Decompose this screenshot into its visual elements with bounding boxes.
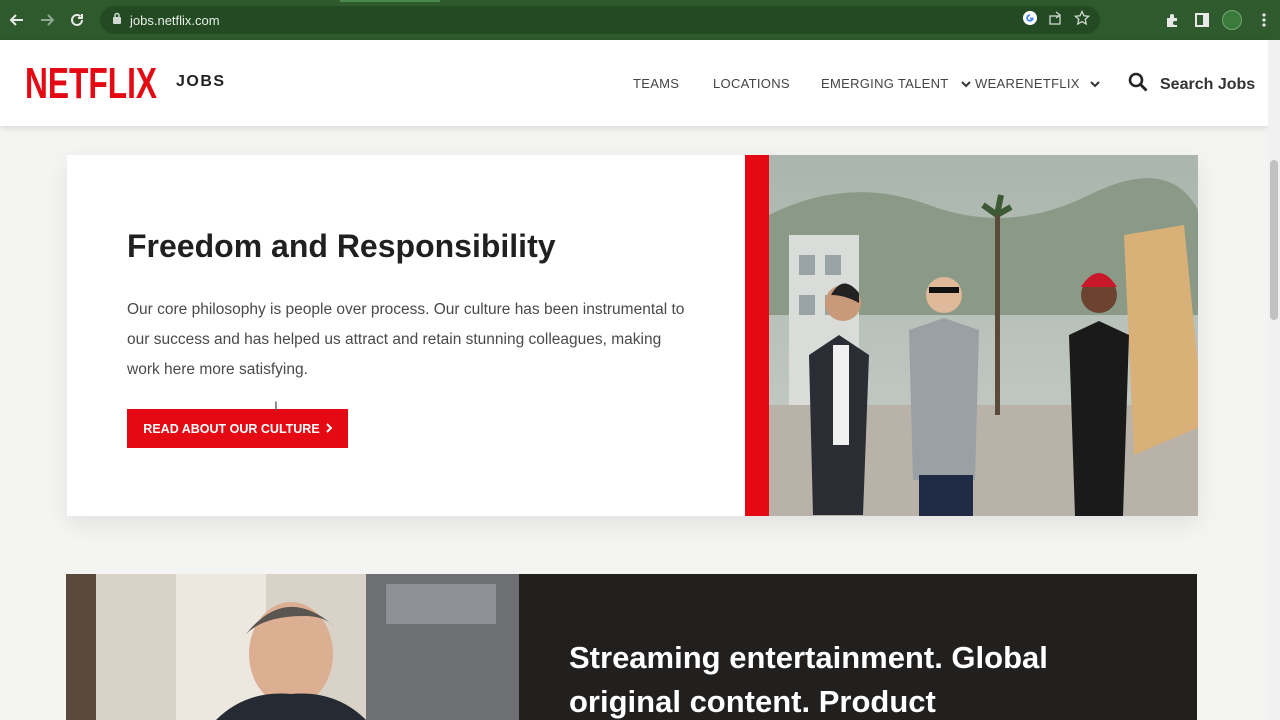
- text-cursor-icon: I: [274, 398, 278, 414]
- extensions-icon[interactable]: [1157, 0, 1187, 40]
- netflix-logo-wordmark: NETFLIX: [25, 59, 157, 108]
- chevron-down-icon: [960, 76, 971, 91]
- culture-card: Freedom and Responsibility Our core phil…: [67, 155, 1198, 516]
- search-icon: [1128, 72, 1148, 97]
- side-panel-icon[interactable]: [1187, 0, 1217, 40]
- browser-toolbar: jobs.netflix.com: [0, 0, 1280, 40]
- site-header: NETFLIX JOBS TEAMS LOCATIONS EMERGING TA…: [0, 40, 1268, 126]
- bookmark-star-icon[interactable]: [1073, 9, 1091, 31]
- svg-text:NETFLIX: NETFLIX: [25, 59, 157, 104]
- lock-icon: [112, 11, 122, 29]
- google-icon[interactable]: [1022, 10, 1038, 31]
- back-icon[interactable]: [2, 0, 32, 40]
- accent-stripe: [745, 155, 769, 516]
- streaming-title: Streaming entertainment. Global original…: [569, 640, 1048, 719]
- search-jobs-button[interactable]: Search Jobs: [1128, 72, 1255, 97]
- read-culture-button[interactable]: READ ABOUT OUR CULTURE: [127, 409, 348, 448]
- chevron-down-icon: [1090, 76, 1100, 91]
- active-tab-indicator: [340, 0, 440, 2]
- address-bar[interactable]: jobs.netflix.com: [100, 6, 1100, 34]
- nav-label: LOCATIONS: [713, 76, 790, 91]
- nav-wearenetflix[interactable]: WEARENETFLIX: [975, 76, 1100, 91]
- reload-icon[interactable]: [62, 0, 92, 40]
- nav-label: EMERGING TALENT: [821, 76, 949, 91]
- page-scrollbar-thumb[interactable]: [1270, 160, 1278, 320]
- streaming-card: Streaming entertainment. Global original…: [66, 574, 1197, 720]
- nav-teams[interactable]: TEAMS: [633, 76, 679, 91]
- netflix-logo[interactable]: NETFLIX: [24, 58, 158, 109]
- culture-button-label: READ ABOUT OUR CULTURE: [143, 421, 320, 436]
- jobs-label: JOBS: [176, 73, 226, 90]
- nav-emerging-talent[interactable]: EMERGING TALENT: [821, 76, 971, 91]
- culture-title: Freedom and Responsibility: [127, 228, 556, 264]
- employees-photo: [769, 155, 1198, 516]
- culture-body: Our core philosophy is people over proce…: [127, 301, 685, 378]
- executive-photo: [66, 574, 519, 720]
- share-icon[interactable]: [1048, 10, 1064, 31]
- search-label: Search Jobs: [1160, 75, 1256, 93]
- page-scrollbar-track[interactable]: [1268, 40, 1280, 720]
- nav-locations[interactable]: LOCATIONS: [713, 76, 790, 91]
- menu-kebab-icon[interactable]: [1249, 0, 1279, 40]
- chevron-right-icon: [325, 422, 333, 436]
- url-text: jobs.netflix.com: [130, 12, 220, 28]
- nav-label: WEARENETFLIX: [975, 76, 1080, 91]
- profile-avatar[interactable]: [1222, 10, 1242, 30]
- forward-icon[interactable]: [32, 0, 62, 40]
- nav-label: TEAMS: [633, 76, 680, 91]
